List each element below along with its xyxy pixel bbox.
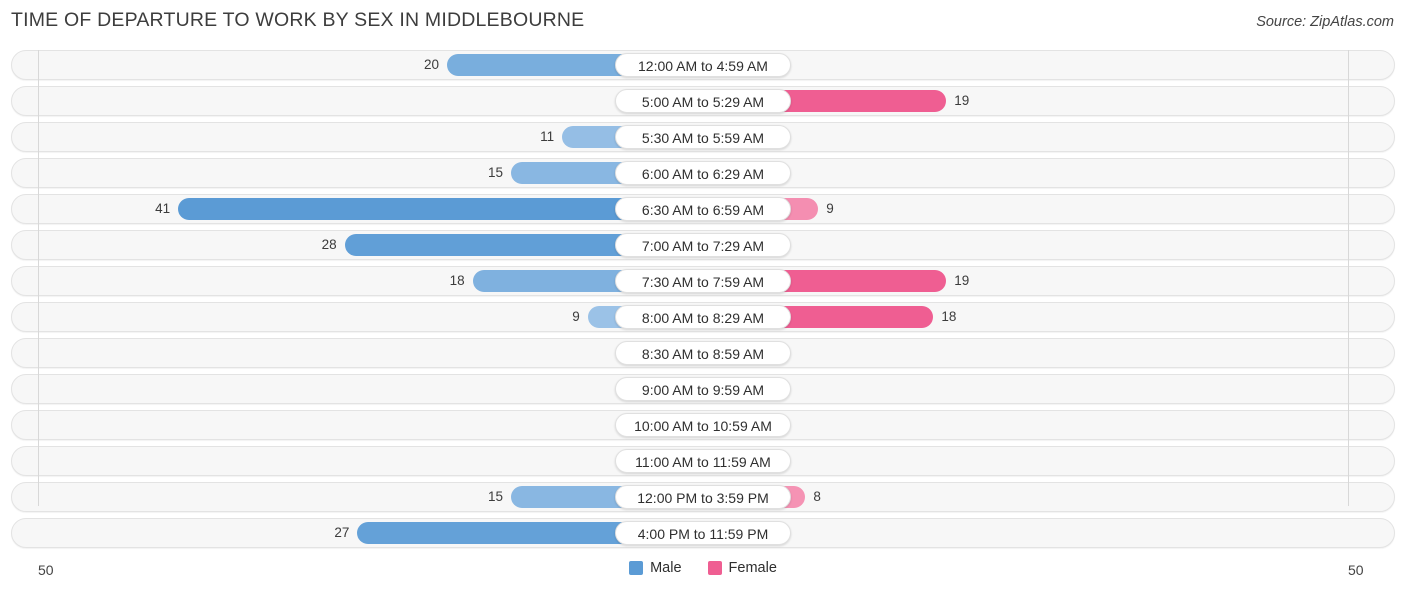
category-label: 11:00 AM to 11:59 AM (615, 449, 791, 473)
chart-row[interactable]: 0195:00 AM to 5:29 AM (11, 86, 1395, 116)
source-attribution: Source: ZipAtlas.com (1256, 14, 1394, 30)
chart-legend: Male Female (0, 560, 1406, 576)
chart-row[interactable]: 0310:00 AM to 10:59 AM (11, 410, 1395, 440)
category-label: 7:00 AM to 7:29 AM (615, 233, 791, 257)
chart-row[interactable]: 1135:30 AM to 5:59 AM (11, 122, 1395, 152)
value-label-female: 19 (954, 273, 970, 288)
value-label-male: 27 (334, 525, 350, 540)
gridline (1348, 50, 1349, 506)
chart-row[interactable]: 0011:00 AM to 11:59 AM (11, 446, 1395, 476)
category-label: 9:00 AM to 9:59 AM (615, 377, 791, 401)
category-label: 5:00 AM to 5:29 AM (615, 89, 791, 113)
value-label-female: 9 (826, 201, 834, 216)
legend-label-male: Male (650, 560, 682, 576)
value-label-male: 28 (321, 237, 337, 252)
category-label: 6:00 AM to 6:29 AM (615, 161, 791, 185)
category-label: 7:30 AM to 7:59 AM (615, 269, 791, 293)
category-label: 12:00 PM to 3:59 PM (615, 485, 791, 509)
value-label-male: 41 (155, 201, 171, 216)
value-label-female: 8 (813, 489, 821, 504)
value-label-female: 19 (954, 93, 970, 108)
chart-row[interactable]: 008:30 AM to 8:59 AM (11, 338, 1395, 368)
gridline (38, 50, 39, 506)
chart-plot-area: 20112:00 AM to 4:59 AM0195:00 AM to 5:29… (11, 50, 1395, 555)
value-label-female: 18 (941, 309, 957, 324)
category-label: 8:00 AM to 8:29 AM (615, 305, 791, 329)
value-label-male: 18 (449, 273, 465, 288)
category-label: 8:30 AM to 8:59 AM (615, 341, 791, 365)
legend-label-female: Female (728, 560, 777, 576)
category-label: 5:30 AM to 5:59 AM (615, 125, 791, 149)
chart-row[interactable]: 2714:00 PM to 11:59 PM (11, 518, 1395, 548)
value-label-male: 15 (487, 165, 503, 180)
chart-row[interactable]: 1506:00 AM to 6:29 AM (11, 158, 1395, 188)
chart-row[interactable]: 9 18 8:00 AM to 8:29 AM (11, 302, 1395, 332)
chart-page: TIME OF DEPARTURE TO WORK BY SEX IN MIDD… (0, 0, 1406, 594)
chart-row[interactable]: 15 8 12:00 PM to 3:59 PM (11, 482, 1395, 512)
value-label-male: 15 (487, 489, 503, 504)
legend-item-male[interactable]: Male (629, 560, 682, 576)
page-title: TIME OF DEPARTURE TO WORK BY SEX IN MIDD… (11, 9, 585, 31)
category-label: 12:00 AM to 4:59 AM (615, 53, 791, 77)
chart-row[interactable]: 41 9 6:30 AM to 6:59 AM (11, 194, 1395, 224)
category-label: 10:00 AM to 10:59 AM (615, 413, 791, 437)
value-label-male: 11 (540, 129, 555, 144)
category-label: 4:00 PM to 11:59 PM (615, 521, 791, 545)
value-label-male: 9 (572, 309, 580, 324)
chart-row[interactable]: 059:00 AM to 9:59 AM (11, 374, 1395, 404)
legend-swatch-female-icon (707, 561, 722, 575)
legend-item-female[interactable]: Female (707, 560, 777, 576)
category-label: 6:30 AM to 6:59 AM (615, 197, 791, 221)
chart-row[interactable]: 18 19 7:30 AM to 7:59 AM (11, 266, 1395, 296)
value-label-male: 20 (423, 57, 439, 72)
chart-row[interactable]: 2837:00 AM to 7:29 AM (11, 230, 1395, 260)
chart-row[interactable]: 20112:00 AM to 4:59 AM (11, 50, 1395, 80)
legend-swatch-male-icon (629, 561, 644, 575)
